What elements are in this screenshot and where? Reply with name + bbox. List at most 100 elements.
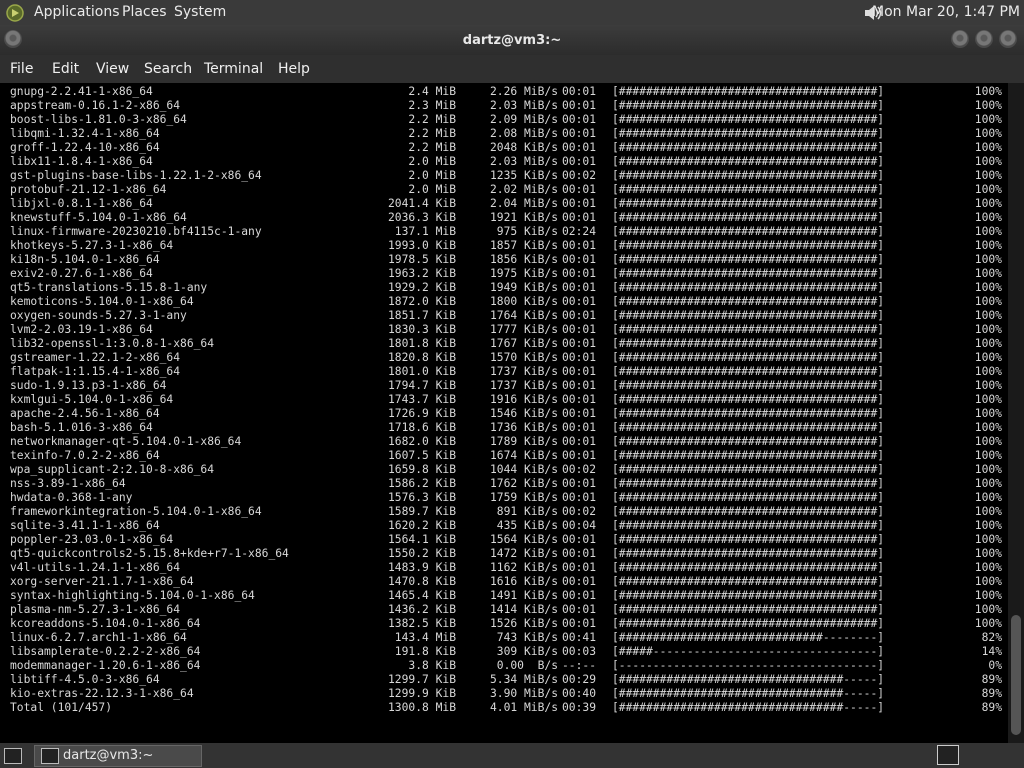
terminal-line-time: 00:01: [562, 421, 597, 434]
terminal-line-size: 2041.4 KiB: [387, 197, 456, 210]
terminal-line-size: 2036.3 KiB: [387, 211, 456, 224]
terminal-line-rate: 1856 KiB/s: [489, 253, 558, 266]
terminal-line: wpa_supplicant-2:2.10-8-x86_64 1659.8 KiB…: [0, 463, 1008, 477]
terminal-line: Total (101/457) 1300.8 MiB 4.01 MiB/s 00:39…: [0, 701, 1008, 715]
terminal-line-rate: 1491 KiB/s: [489, 589, 558, 602]
terminal-line: kemoticons-5.104.0-1-x86_64 1872.0 KiB 180…: [0, 295, 1008, 309]
terminal-scrollbar[interactable]: [1008, 83, 1024, 743]
close-button[interactable]: [999, 30, 1017, 48]
terminal-line-bar: [######################################]: [612, 547, 885, 560]
terminal-line-bar: [######################################]: [612, 379, 885, 392]
terminal-line-bar: [######################################]: [612, 225, 885, 238]
terminal-line-time: 00:01: [562, 617, 597, 630]
terminal-line-pct: 100%: [974, 575, 1002, 588]
terminal-line-bar: [######################################]: [612, 589, 885, 602]
terminal-line: syntax-highlighting-5.104.0-1-x86_64 1465…: [0, 589, 1008, 603]
terminal-line: xorg-server-21.1.7-1-x86_64 1470.8 KiB 161…: [0, 575, 1008, 589]
top-panel: Applications Places System Mon Mar 20, 1…: [0, 0, 1024, 25]
window-titlebar[interactable]: dartz@vm3:~: [0, 25, 1024, 55]
terminal-line-name: linux-firmware-20230210.bf4115c-1-any: [10, 225, 262, 238]
terminal-line-time: 00:39: [562, 701, 597, 714]
terminal-line-bar: [######################################]: [612, 421, 885, 434]
terminal-line: libsamplerate-0.2.2-2-x86_64 191.8 KiB 309…: [0, 645, 1008, 659]
terminal-line: boost-libs-1.81.0-3-x86_64 2.2 MiB 2.09 Mi…: [0, 113, 1008, 127]
menu-applications[interactable]: Applications: [34, 4, 120, 20]
terminal-line-pct: 100%: [974, 211, 1002, 224]
show-desktop-icon[interactable]: [4, 748, 22, 764]
terminal-line-time: 00:01: [562, 281, 597, 294]
terminal-line-name: networkmanager-qt-5.104.0-1-x86_64: [10, 435, 242, 448]
terminal-line-rate: 2.26 MiB/s: [489, 85, 558, 98]
terminal-line-name: knewstuff-5.104.0-1-x86_64: [10, 211, 187, 224]
terminal-line-name: xorg-server-21.1.7-1-x86_64: [10, 575, 194, 588]
terminal-line-name: wpa_supplicant-2:2.10-8-x86_64: [10, 463, 215, 476]
terminal-line-bar: [######################################]: [612, 113, 885, 126]
terminal-line-time: 00:01: [562, 561, 597, 574]
terminal-line-pct: 100%: [974, 141, 1002, 154]
scrollbar-thumb[interactable]: [1011, 615, 1021, 735]
terminal-line: apache-2.4.56-1-x86_64 1726.9 KiB 1546 KiB…: [0, 407, 1008, 421]
terminal-line-rate: 1800 KiB/s: [489, 295, 558, 308]
terminal-line: gstreamer-1.22.1-2-x86_64 1820.8 KiB 1570 …: [0, 351, 1008, 365]
terminal-line-pct: 100%: [974, 589, 1002, 602]
terminal-line-rate: 2.09 MiB/s: [489, 113, 558, 126]
terminal-line-size: 2.4 MiB: [408, 85, 456, 98]
menu-system[interactable]: System: [174, 4, 226, 20]
terminal-line-bar: [######################################]: [612, 169, 885, 182]
terminal-line-bar: [##############################--------]: [612, 631, 885, 644]
terminal-line: gst-plugins-base-libs-1.22.1-2-x86_64 2.0…: [0, 169, 1008, 183]
maximize-button[interactable]: [975, 30, 993, 48]
menu-search[interactable]: Search: [144, 61, 192, 77]
terminal-line-rate: 2.02 MiB/s: [489, 183, 558, 196]
terminal-line-size: 1659.8 KiB: [387, 463, 456, 476]
terminal-line-pct: 100%: [974, 519, 1002, 532]
terminal-line-pct: 100%: [974, 435, 1002, 448]
minimize-button[interactable]: [951, 30, 969, 48]
terminal-line-size: 1794.7 KiB: [387, 379, 456, 392]
terminal-line-rate: 1857 KiB/s: [489, 239, 558, 252]
terminal-line: bash-5.1.016-3-x86_64 1718.6 KiB 1736 KiB/…: [0, 421, 1008, 435]
terminal-line-size: 1299.7 KiB: [387, 673, 456, 686]
menu-file[interactable]: File: [10, 61, 33, 77]
terminal-line-pct: 100%: [974, 603, 1002, 616]
terminal-line-time: 00:02: [562, 505, 597, 518]
terminal-line-rate: 891 KiB/s: [496, 505, 558, 518]
terminal-line-size: 1550.2 KiB: [387, 547, 456, 560]
terminal-line-name: sudo-1.9.13.p3-1-x86_64: [10, 379, 167, 392]
terminal-line-rate: 1737 KiB/s: [489, 379, 558, 392]
terminal-line: texinfo-7.0.2-2-x86_64 1607.5 KiB 1674 KiB…: [0, 449, 1008, 463]
terminal-line-bar: [######################################]: [612, 141, 885, 154]
terminal-line-rate: 1546 KiB/s: [489, 407, 558, 420]
terminal-line-name: hwdata-0.368-1-any: [10, 491, 133, 504]
terminal-output[interactable]: gnupg-2.2.41-1-x86_64 2.4 MiB 2.26 MiB/s 00…: [0, 83, 1008, 743]
terminal-line-name: linux-6.2.7.arch1-1-x86_64: [10, 631, 187, 644]
terminal-line-bar: [#################################-----]: [612, 673, 885, 686]
terminal-line-rate: 309 KiB/s: [496, 645, 558, 658]
terminal-line: exiv2-0.27.6-1-x86_64 1963.2 KiB 1975 KiB/…: [0, 267, 1008, 281]
terminal-line-name: kcoreaddons-5.104.0-1-x86_64: [10, 617, 201, 630]
menu-places[interactable]: Places: [122, 4, 167, 20]
terminal-line-pct: 82%: [981, 631, 1002, 644]
terminal-line-time: 00:41: [562, 631, 597, 644]
menu-view[interactable]: View: [96, 61, 129, 77]
terminal-line-time: 00:01: [562, 197, 597, 210]
terminal-line-pct: 100%: [974, 393, 1002, 406]
workspace-switcher-icon[interactable]: [937, 745, 959, 765]
terminal-line-bar: [######################################]: [612, 365, 885, 378]
terminal-line-name: khotkeys-5.27.3-1-x86_64: [10, 239, 174, 252]
menu-edit[interactable]: Edit: [52, 61, 79, 77]
terminal-line-time: 00:02: [562, 169, 597, 182]
terminal-line-pct: 100%: [974, 617, 1002, 630]
menu-help[interactable]: Help: [278, 61, 310, 77]
clock[interactable]: Mon Mar 20, 1:47 PM: [872, 4, 1020, 20]
menu-terminal[interactable]: Terminal: [204, 61, 263, 77]
terminal-line-time: 00:01: [562, 141, 597, 154]
terminal-line-name: libqmi-1.32.4-1-x86_64: [10, 127, 160, 140]
terminal-line: plasma-nm-5.27.3-1-x86_64 1436.2 KiB 1414 …: [0, 603, 1008, 617]
terminal-line-time: 00:01: [562, 351, 597, 364]
terminal-line-rate: 1767 KiB/s: [489, 337, 558, 350]
terminal-line-rate: 2.04 MiB/s: [489, 197, 558, 210]
terminal-line-size: 1872.0 KiB: [387, 295, 456, 308]
gnome-foot-icon[interactable]: [5, 3, 25, 23]
taskbar-window-button[interactable]: dartz@vm3:~: [34, 745, 202, 767]
